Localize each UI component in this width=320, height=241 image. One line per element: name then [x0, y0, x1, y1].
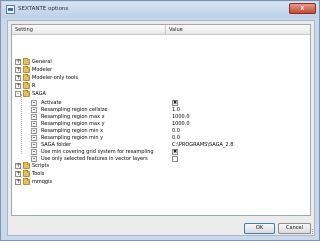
- app-icon: [6, 5, 15, 14]
- dialog-body: Setting Value + General + Modeler + Mode…: [7, 20, 315, 236]
- setting-row-max-y[interactable]: Resampling region max y 1000.0: [31, 121, 307, 128]
- expand-icon[interactable]: +: [15, 75, 21, 81]
- min-covering-grid-checkbox[interactable]: [172, 149, 178, 155]
- folder-icon: [23, 74, 30, 81]
- column-header-row: Setting Value: [12, 25, 310, 35]
- folder-icon: [23, 170, 30, 177]
- expand-icon[interactable]: +: [15, 67, 21, 73]
- settings-tree-table: Setting Value + General + Modeler + Mode…: [11, 24, 311, 216]
- parameter-icon: [31, 114, 37, 120]
- setting-value[interactable]: 1000.0: [172, 114, 190, 120]
- parameter-icon: [31, 100, 37, 106]
- tree-node-label: mmqgis: [32, 179, 53, 185]
- parameter-icon: [31, 128, 37, 134]
- selected-features-checkbox[interactable]: [172, 156, 178, 162]
- parameter-icon: [31, 142, 37, 148]
- setting-row-saga-folder[interactable]: SAGA folder C:\PROGRAMS\SAGA_2.8: [31, 142, 307, 149]
- setting-value[interactable]: 1.0: [172, 107, 180, 113]
- close-button[interactable]: x: [289, 3, 316, 14]
- setting-row-min-covering-grid[interactable]: Use min covering grid system for resampl…: [31, 149, 307, 156]
- setting-label: SAGA folder: [41, 142, 71, 148]
- column-divider[interactable]: [165, 25, 166, 35]
- window-title: SEXTANTE options: [18, 6, 69, 12]
- activate-checkbox[interactable]: [172, 100, 178, 106]
- title-bar[interactable]: SEXTANTE options x: [2, 2, 318, 18]
- folder-icon: [23, 82, 30, 89]
- setting-value[interactable]: 1000.0: [172, 121, 190, 127]
- expand-icon[interactable]: +: [15, 171, 21, 177]
- tree-node-label: R: [32, 83, 36, 89]
- expand-icon[interactable]: +: [15, 163, 21, 169]
- tree-node-r[interactable]: + R: [15, 82, 165, 90]
- options-dialog: SEXTANTE options x Setting Value + Gener…: [0, 0, 320, 241]
- parameter-icon: [31, 121, 37, 127]
- tree-node-label: Modeler: [32, 67, 53, 73]
- setting-column-header[interactable]: Setting: [15, 27, 33, 33]
- tree-node-saga[interactable]: - SAGA: [15, 90, 165, 98]
- parameter-icon: [31, 149, 37, 155]
- tree-node-modeler-only-tools[interactable]: + Modeler-only tools: [15, 74, 165, 82]
- setting-label: Activate: [41, 100, 62, 106]
- folder-icon: [23, 162, 30, 169]
- value-column-header[interactable]: Value: [169, 27, 183, 33]
- folder-icon: [23, 66, 30, 73]
- setting-row-max-x[interactable]: Resampling region max x 1000.0: [31, 114, 307, 121]
- ok-button[interactable]: OK: [244, 223, 275, 234]
- setting-label: Resampling region min y: [41, 135, 104, 141]
- tree-node-label: Tools: [32, 171, 45, 177]
- setting-label: Resampling region max x: [41, 114, 105, 120]
- tree-node-mmqgis[interactable]: + mmqgis: [15, 178, 165, 186]
- collapse-icon[interactable]: -: [15, 91, 21, 97]
- resize-grip-icon[interactable]: [308, 229, 313, 234]
- setting-row-selected-features[interactable]: Use only selected features in vector lay…: [31, 156, 307, 163]
- saga-folder-path[interactable]: C:\PROGRAMS\SAGA_2.8: [172, 142, 233, 148]
- tree-node-scripts[interactable]: + Scripts: [15, 162, 165, 170]
- setting-row-min-x[interactable]: Resampling region min x 0.0: [31, 128, 307, 135]
- tree-node-modeler[interactable]: + Modeler: [15, 66, 165, 74]
- setting-label: Use min covering grid system for resampl…: [41, 149, 154, 155]
- setting-label: Resampling region min x: [41, 128, 104, 134]
- tree-guide-line: [21, 94, 22, 154]
- folder-icon: [23, 58, 30, 65]
- tree-node-label: Scripts: [32, 163, 50, 169]
- tree-node-label: Modeler-only tools: [32, 75, 78, 81]
- parameter-icon: [31, 135, 37, 141]
- setting-label: Resampling region max y: [41, 121, 105, 127]
- setting-row-cellsize[interactable]: Resampling region cellsize 1.0: [31, 107, 307, 114]
- folder-icon: [23, 178, 30, 185]
- expand-icon[interactable]: +: [15, 179, 21, 185]
- setting-row-activate[interactable]: Activate: [31, 100, 307, 107]
- setting-label: Resampling region cellsize: [41, 107, 108, 113]
- tree-node-label: General: [32, 59, 52, 65]
- setting-label: Use only selected features in vector lay…: [41, 156, 148, 162]
- tree-node-tools[interactable]: + Tools: [15, 170, 165, 178]
- setting-row-min-y[interactable]: Resampling region min y 0.0: [31, 135, 307, 142]
- setting-value[interactable]: 0.0: [172, 135, 180, 141]
- expand-icon[interactable]: +: [15, 83, 21, 89]
- parameter-icon: [31, 156, 37, 162]
- tree-node-general[interactable]: + General: [15, 58, 165, 66]
- expand-icon[interactable]: +: [15, 59, 21, 65]
- setting-value[interactable]: 0.0: [172, 128, 180, 134]
- tree-node-label: SAGA: [32, 91, 46, 97]
- parameter-icon: [31, 107, 37, 113]
- cancel-button[interactable]: Cancel: [278, 223, 311, 234]
- folder-icon: [23, 90, 30, 97]
